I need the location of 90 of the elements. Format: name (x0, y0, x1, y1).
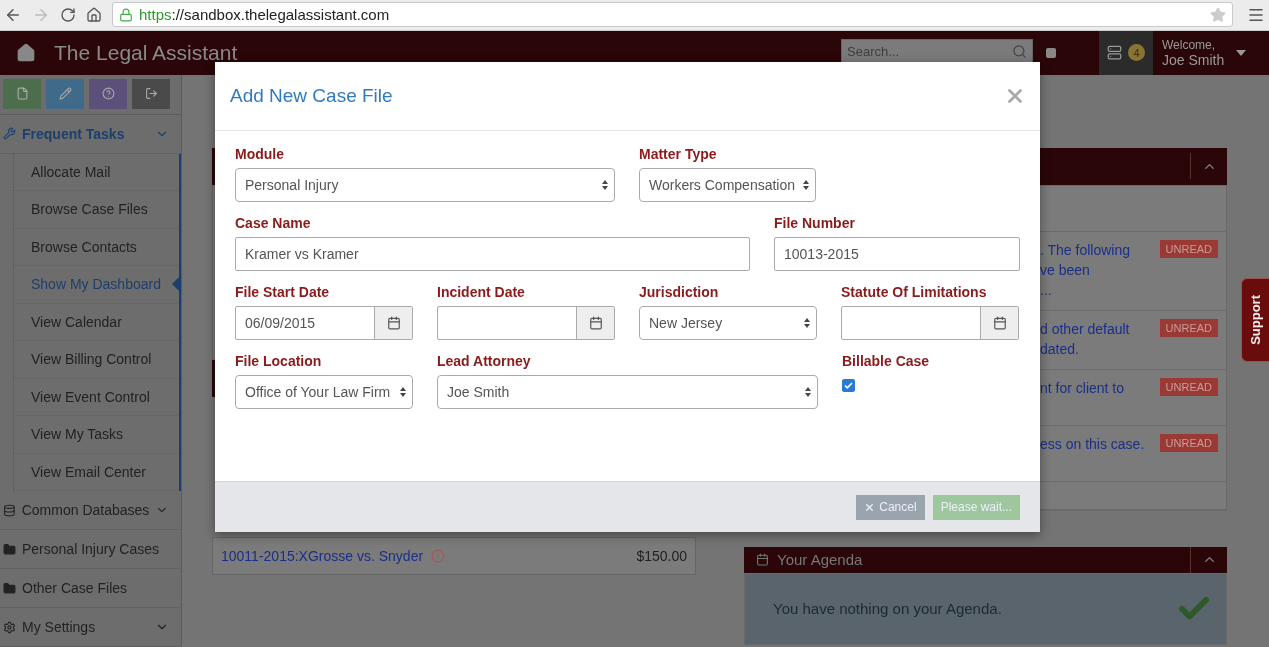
search-icon (1012, 43, 1027, 59)
date-field[interactable] (437, 306, 615, 340)
amount: $150.00 (636, 548, 687, 564)
checkbox[interactable] (842, 379, 855, 392)
sidebar-item[interactable]: View My Tasks (14, 416, 179, 454)
sidebar-item[interactable]: View Event Control (14, 378, 179, 416)
help-icon (101, 87, 115, 100)
sort-arrows-icon (804, 318, 810, 328)
file-icon (15, 87, 29, 100)
lock-icon (119, 7, 133, 22)
toolbar-button[interactable] (3, 78, 41, 109)
sidebar-section[interactable]: My Settings (0, 608, 181, 647)
sort-arrows-icon (400, 387, 406, 397)
field-label: File Location (235, 353, 323, 369)
sort-arrows-icon (805, 387, 811, 397)
home-icon[interactable] (16, 42, 36, 63)
wrench-icon (3, 127, 16, 140)
case-link[interactable]: 10011-2015:XGrosse vs. Snyder (221, 548, 424, 564)
folder-icon (3, 581, 16, 595)
status-badge: UNREAD (1159, 433, 1218, 452)
field-label: Module (235, 146, 285, 162)
sidebar-item[interactable]: Show My Dashboard (14, 266, 179, 304)
list-icon (1107, 45, 1122, 60)
notification-text[interactable]: . The following ve been ... (1040, 239, 1160, 300)
sidebar-item[interactable]: View Calendar (14, 303, 179, 341)
field-label: Lead Attorney (437, 353, 532, 369)
home-icon[interactable] (86, 6, 102, 23)
calendar-icon (756, 553, 769, 566)
field-label: Incident Date (437, 284, 526, 300)
support-tab[interactable]: Support (1241, 278, 1269, 362)
sort-arrows-icon (803, 180, 809, 190)
caret-icon (1236, 49, 1247, 56)
field-label: Jurisdiction (639, 284, 720, 300)
sidebar-item[interactable]: Browse Case Files (14, 191, 179, 229)
notification-text[interactable]: d other default dated. (1040, 318, 1160, 359)
select-field[interactable]: Office of Your Law Firm (235, 375, 413, 409)
notification-text[interactable]: ess on this case. (1040, 433, 1160, 471)
field-label: Case Name (235, 215, 312, 231)
app-title: The Legal Assistant (54, 40, 238, 65)
text-field[interactable]: 10013-2015 (774, 237, 1020, 271)
user-menu[interactable]: Welcome, Joe Smith (1153, 37, 1269, 68)
notifications-button[interactable]: 4 (1099, 30, 1153, 75)
sort-arrows-icon (602, 180, 608, 190)
calendar-icon (992, 316, 1007, 330)
reload-icon[interactable] (60, 6, 76, 23)
folder-icon (3, 542, 16, 556)
select-field[interactable]: Personal Injury (235, 168, 615, 202)
submit-button[interactable]: Please wait... (932, 494, 1020, 520)
settings-icon (3, 620, 16, 634)
field-label: Matter Type (639, 146, 718, 162)
cancel-button[interactable]: Cancel (856, 494, 925, 520)
square-icon[interactable] (1045, 46, 1057, 59)
date-field[interactable] (841, 306, 1019, 340)
sidebar-item[interactable]: Browse Contacts (14, 228, 179, 266)
sidebar-section[interactable]: Frequent Tasks (0, 114, 181, 154)
status-badge: UNREAD (1159, 377, 1218, 396)
sidebar-item[interactable]: Allocate Mail (14, 153, 179, 191)
close-icon (864, 501, 876, 513)
field-label: File Number (774, 215, 856, 231)
agenda-header: Your Agenda (744, 546, 1227, 573)
select-field[interactable]: Workers Compensation (639, 168, 816, 202)
dialog-title: Add New Case File (230, 85, 393, 107)
select-field[interactable]: Joe Smith (437, 375, 818, 409)
sidebar-item[interactable]: View Billing Control (14, 341, 179, 379)
toolbar-button[interactable] (46, 78, 84, 109)
calendar-icon (588, 316, 603, 330)
notification-text[interactable]: nt for client to (1040, 377, 1160, 415)
agenda-body: You have nothing on your Agenda. (744, 572, 1227, 645)
status-badge: UNREAD (1159, 239, 1218, 258)
date-field[interactable]: 06/09/2015 (235, 306, 413, 340)
toolbar-button[interactable] (132, 78, 170, 109)
count-badge: 4 (1128, 44, 1145, 61)
star-icon[interactable] (1210, 6, 1226, 23)
field-label: Statute Of Limitations (841, 284, 988, 300)
sidebar-section[interactable]: Common Databases (0, 491, 181, 530)
sidebar-item[interactable]: View Email Center (14, 453, 179, 491)
toolbar-button[interactable] (89, 78, 127, 109)
select-field[interactable]: New Jersey (639, 306, 817, 340)
sidebar-section[interactable]: Other Case Files (0, 569, 181, 608)
exit-icon (144, 87, 158, 100)
field-label: File Start Date (235, 284, 331, 300)
text-field[interactable]: Kramer vs Kramer (235, 237, 750, 271)
pencil-icon (58, 87, 72, 100)
database-icon (3, 503, 16, 517)
search-field[interactable]: Search... (841, 38, 1033, 64)
calendar-icon (386, 316, 401, 330)
sidebar-section[interactable]: Personal Injury Cases (0, 530, 181, 569)
status-badge: UNREAD (1159, 318, 1218, 337)
field-label: Billable Case (842, 353, 931, 369)
address-bar[interactable]: https://sandbox.thelegalassistant.com (112, 2, 1233, 28)
